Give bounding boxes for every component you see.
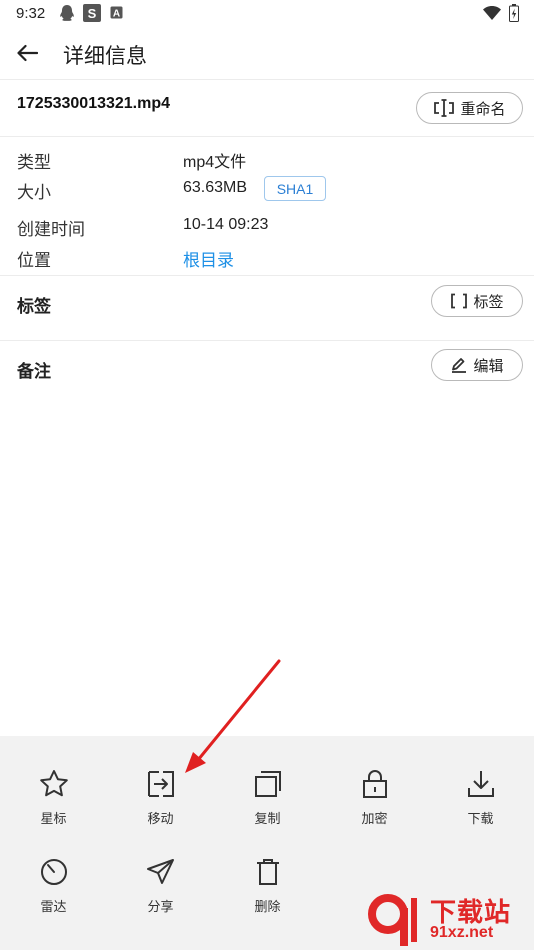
action-share[interactable]: 分享 [107,854,214,934]
notes-title: 备注 [17,362,51,381]
type-value: mp4文件 [183,154,247,171]
copy-icon [254,771,281,797]
download-icon [467,771,494,797]
action-copy[interactable]: 复制 [214,766,321,846]
svg-text:S: S [88,6,97,21]
rename-icon [433,99,455,117]
radar-icon [40,859,67,885]
action-encrypt[interactable]: 加密 [321,766,428,846]
share-icon [146,859,174,884]
page-title: 详细信息 [63,45,147,68]
location-label: 位置 [17,251,51,270]
type-label: 类型 [17,153,51,172]
action-label: 复制 [254,811,281,826]
s-app-icon: S [83,4,101,27]
a-app-icon: A [110,6,123,24]
wifi-icon [483,6,501,25]
sha1-button[interactable]: SHA1 [264,176,326,201]
arrow-left-icon [17,44,38,62]
action-label: 雷达 [40,899,67,914]
edit-label: 编辑 [473,357,504,375]
watermark-text-bottom: 91xz.net [430,924,494,941]
tags-title: 标签 [17,297,51,316]
action-delete[interactable]: 删除 [214,854,321,934]
action-label: 星标 [40,811,67,826]
qq-icon [59,4,75,27]
action-move[interactable]: 移动 [107,766,214,846]
created-value: 10-14 09:23 [183,216,269,233]
back-button[interactable] [10,36,44,70]
app-bar: 详细信息 [0,26,534,80]
status-time: 9:32 [16,5,46,22]
divider [0,340,534,341]
divider [0,136,534,137]
created-label: 创建时间 [17,220,85,239]
action-label: 加密 [361,811,388,826]
battery-icon [509,4,519,27]
watermark: 下载站 91xz.net [364,888,534,950]
watermark-logo-icon [368,894,417,946]
status-bar: 9:32 S A [0,0,534,26]
action-label: 下载 [467,811,494,826]
action-radar[interactable]: 雷达 [0,854,107,934]
tag-bracket-icon [450,293,468,309]
size-label: 大小 [17,183,51,202]
pencil-icon [450,357,468,373]
divider [0,275,534,276]
location-link[interactable]: 根目录 [183,246,234,271]
edit-notes-button[interactable]: 编辑 [431,349,523,381]
file-name: 1725330013321.mp4 [17,95,171,112]
rename-label: 重命名 [460,100,506,118]
move-icon [147,771,174,797]
divider [0,79,534,80]
action-download[interactable]: 下载 [427,766,534,846]
action-label: 移动 [147,811,174,826]
lock-icon [362,770,387,798]
action-label: 分享 [147,899,174,914]
rename-button[interactable]: 重命名 [416,92,523,124]
action-label: 删除 [254,899,281,914]
tags-button[interactable]: 标签 [431,285,523,317]
trash-icon [256,859,279,885]
tags-button-label: 标签 [473,293,504,311]
svg-text:A: A [113,9,120,20]
star-icon [39,770,68,797]
action-star[interactable]: 星标 [0,766,107,846]
size-value: 63.63MB [183,179,248,196]
